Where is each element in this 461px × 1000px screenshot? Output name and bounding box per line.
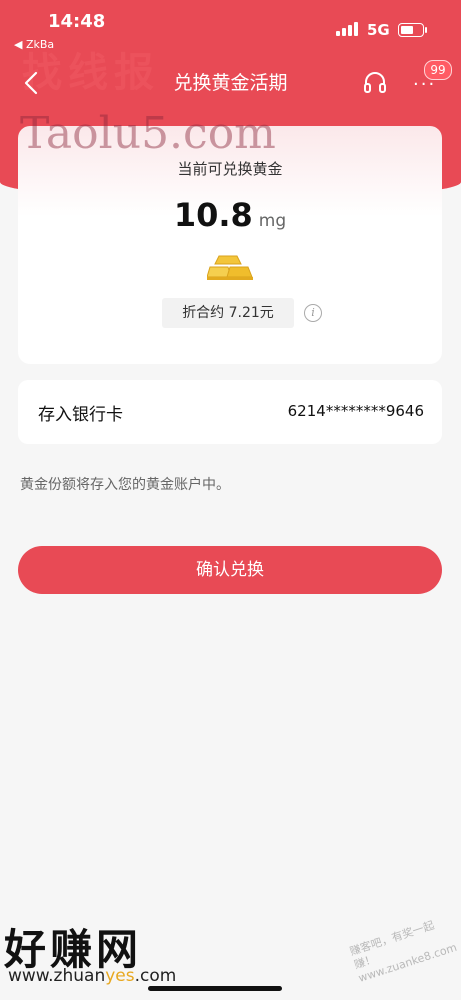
bank-card-selector[interactable]: 存入银行卡 6214********9646 [18,380,442,444]
info-icon[interactable]: i [304,304,322,322]
confirm-exchange-button[interactable]: 确认兑换 [18,546,442,594]
footer-url-highlight: yes [105,966,135,986]
gold-unit: mg [258,211,287,231]
network-type: 5G [367,21,390,39]
equivalent-value: 折合约 7.21元 [162,298,294,328]
gold-card: 当前可兑换黄金 10.8 mg 折合约 7.21元 i [18,126,442,364]
status-time: 14:48 [48,11,106,32]
footer-url: www.zhuanyes.com [8,966,176,986]
watermark-middle: Taolu5.com [20,108,276,159]
gold-amount: 10.8 [173,196,253,234]
watermark-stamp: 赚客吧，有奖一起赚！ www.zuanke8.com [348,912,461,986]
home-indicator[interactable] [148,986,282,991]
customer-service-button[interactable] [362,70,388,96]
signal-icon [336,22,360,36]
headset-icon [364,72,386,93]
battery-icon [398,23,427,37]
notification-badge: 99 [424,60,452,80]
bank-card-label: 存入银行卡 [38,405,123,425]
gold-bar-icon [207,255,253,280]
deposit-notice: 黄金份额将存入您的黄金账户中。 [20,477,230,493]
gold-amount-row: 10.8 mg [18,196,442,234]
footer-url-prefix: www.zhuan [8,966,106,986]
bank-card-number: 6214********9646 [287,402,424,420]
gold-card-title: 当前可兑换黄金 [177,160,283,178]
more-icon: ··· [413,74,437,95]
footer-url-suffix: .com [134,966,177,986]
page-title: 兑换黄金活期 [173,72,288,94]
